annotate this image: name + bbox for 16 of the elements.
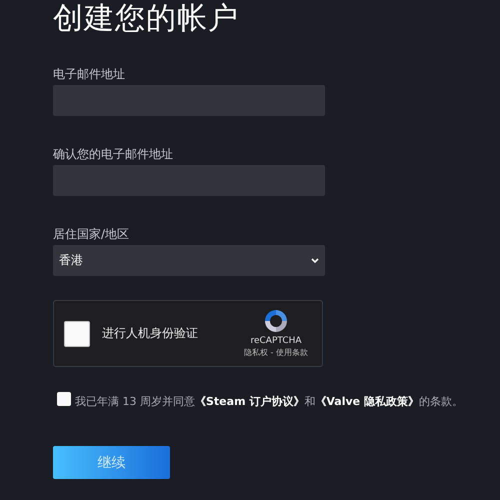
captcha-label: 进行人机身份验证 (102, 325, 199, 342)
input-field[interactable] (53, 165, 325, 196)
page-title: 创建您的帐户 (53, 0, 240, 36)
field-label: 居住国家/地区 (53, 226, 130, 240)
agreement-link[interactable]: 《Steam 订户协议》 (195, 395, 304, 408)
country-dropdown[interactable]: 香港 (53, 245, 325, 276)
input-field[interactable] (53, 85, 325, 116)
caret-icon (311, 258, 319, 264)
agreement-text: 我已年满 13 周岁并同意《Steam 订户协议》和《Valve 隐私政策》的条款。 (75, 394, 463, 410)
captcha-terms-link[interactable]: 隐私权 - 使用条款 (244, 346, 308, 358)
agree-checkbox[interactable] (57, 392, 71, 406)
captcha-brand: reCAPTCHA (250, 336, 302, 346)
agreement-link[interactable]: 《Valve 隐私政策》 (315, 395, 419, 408)
captcha-checkbox[interactable] (64, 320, 90, 346)
field-label: 确认您的电子邮件地址 (53, 146, 174, 160)
field-label: 电子邮件地址 (53, 66, 126, 80)
